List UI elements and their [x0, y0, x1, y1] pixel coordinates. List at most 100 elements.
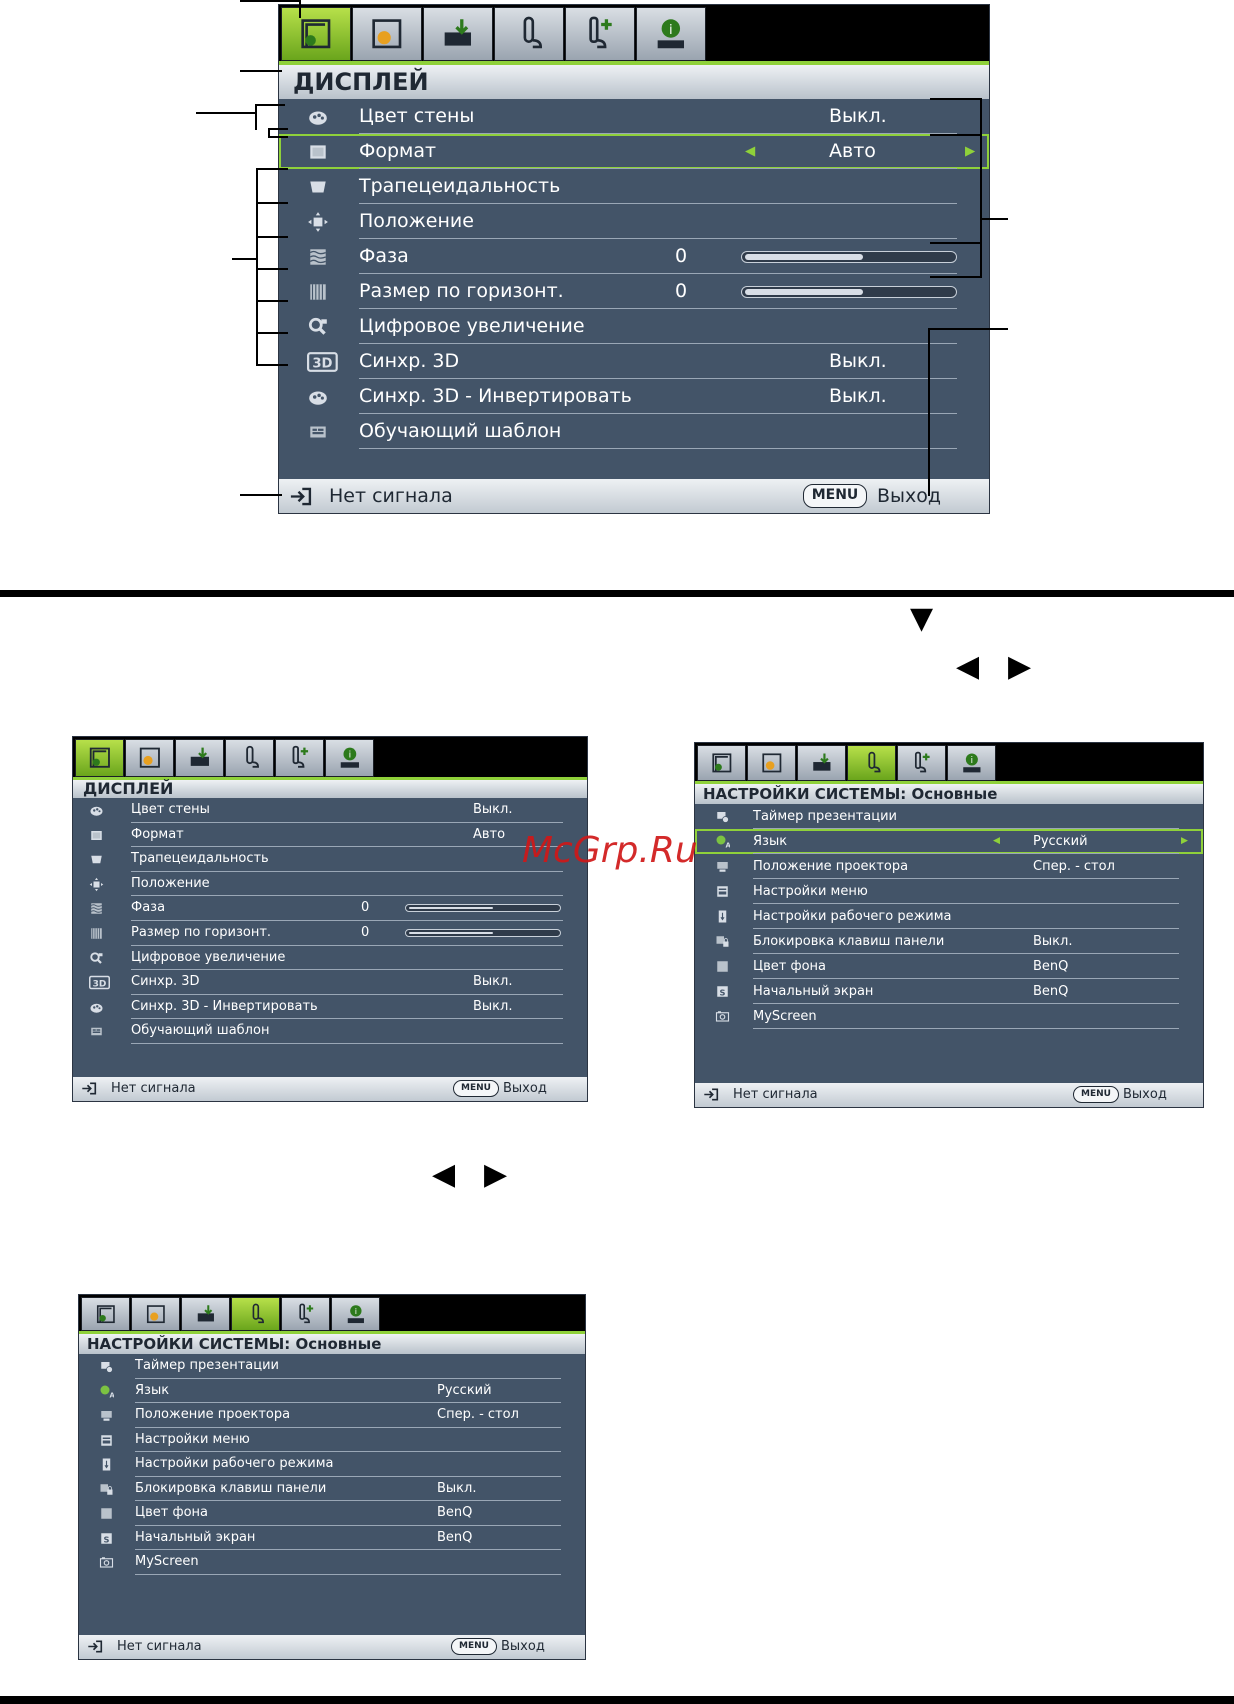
- system-basic-tab-icon: [868, 751, 881, 773]
- information-tab-icon: i: [962, 753, 981, 773]
- value-left-arrow-icon[interactable]: ◀: [993, 829, 1000, 854]
- source-input-icon: [81, 1077, 97, 1101]
- menu-item-language[interactable]: A Язык Русский: [79, 1379, 585, 1403]
- exit-label[interactable]: Выход: [501, 1635, 545, 1659]
- value-right-arrow-icon[interactable]: ▶: [965, 134, 975, 169]
- menu-item-projector[interactable]: Положение проектора Спер. - стол: [79, 1403, 585, 1428]
- zoom-icon: [307, 316, 329, 338]
- menu-item-keystone[interactable]: Трапецеидальность: [73, 847, 587, 872]
- menu-footer: Нет сигнала MENU Выход: [73, 1077, 587, 1101]
- tab-system-advanced[interactable]: [281, 1297, 330, 1331]
- tab-picture[interactable]: [131, 1297, 180, 1331]
- tab-information[interactable]: i: [636, 7, 706, 61]
- menu-item-pattern[interactable]: Обучающий шаблон: [279, 414, 989, 449]
- menu-item-splash[interactable]: S Начальный экран BenQ: [695, 979, 1203, 1004]
- menu-item-palette[interactable]: Синхр. 3D - Инвертировать Выкл.: [73, 995, 587, 1020]
- menu-item-pattern[interactable]: Обучающий шаблон: [73, 1019, 587, 1044]
- myscreen-icon: [715, 1009, 730, 1024]
- phase-icon: [89, 901, 104, 916]
- menu-item-keylock[interactable]: Блокировка клавиш панели Выкл.: [79, 1477, 585, 1501]
- source-input-icon: [87, 1635, 103, 1659]
- menu-item-hsize[interactable]: Размер по горизонт. 0: [279, 274, 989, 309]
- value-right-arrow-icon[interactable]: ▶: [1181, 829, 1188, 854]
- tab-system-basic[interactable]: [847, 745, 896, 781]
- hsize-icon: [89, 926, 104, 941]
- operation-icon: [99, 1457, 114, 1472]
- tab-system-basic[interactable]: [231, 1297, 280, 1331]
- tab-information[interactable]: i: [325, 739, 374, 777]
- slider-fill: [409, 932, 493, 934]
- svg-text:A: A: [726, 842, 731, 850]
- menu-item-keylock[interactable]: Блокировка клавиш панели Выкл.: [695, 929, 1203, 954]
- menu-item-keystone[interactable]: Трапецеидальность: [279, 169, 989, 204]
- information-tab-icon: i: [347, 1305, 364, 1323]
- menu-item-position[interactable]: Положение: [73, 872, 587, 897]
- menu-item-label: Язык: [135, 1382, 170, 1398]
- tab-bar: i: [73, 737, 587, 777]
- menu-item-phase[interactable]: Фаза 0: [279, 239, 989, 274]
- tab-system-advanced[interactable]: [275, 739, 324, 777]
- tab-source[interactable]: [423, 7, 493, 61]
- menu-item-operation[interactable]: Настройки рабочего режима: [695, 904, 1203, 929]
- tab-picture-display[interactable]: [81, 1297, 130, 1331]
- menu-item-aspect[interactable]: Формат Авто: [73, 823, 587, 848]
- tab-system-advanced[interactable]: [565, 7, 635, 61]
- menu-item-myscreen[interactable]: MyScreen: [695, 1004, 1203, 1029]
- menu-item-zoom[interactable]: Цифровое увеличение: [73, 946, 587, 971]
- tab-picture[interactable]: [747, 745, 796, 781]
- tab-source[interactable]: [181, 1297, 230, 1331]
- tab-system-basic[interactable]: [225, 739, 274, 777]
- value-left-arrow-icon[interactable]: ◀: [745, 134, 755, 169]
- arrow-left-icon-2: ◀: [432, 1157, 456, 1192]
- menu-item-slider[interactable]: [741, 286, 957, 298]
- menu-item-3d[interactable]: 3D Синхр. 3D Выкл.: [73, 970, 587, 995]
- menu-item-menu-settings[interactable]: Настройки меню: [695, 879, 1203, 904]
- menu-item-slider[interactable]: [405, 929, 561, 937]
- menu-item-language[interactable]: A Язык Русский ◀ ▶: [695, 829, 1203, 854]
- bottom-divider: [0, 1696, 1234, 1704]
- tab-picture-display[interactable]: [75, 739, 124, 777]
- menu-item-zoom[interactable]: Цифровое увеличение: [279, 309, 989, 344]
- menu-item-background[interactable]: Цвет фона BenQ: [695, 954, 1203, 979]
- menu-item-projector[interactable]: Положение проектора Спер. - стол: [695, 854, 1203, 879]
- menu-item-3d[interactable]: 3D Синхр. 3D Выкл.: [279, 344, 989, 379]
- menu-item-palette[interactable]: Цвет стены Выкл.: [73, 798, 587, 823]
- tab-picture-display[interactable]: [281, 7, 351, 61]
- menu-item-slider[interactable]: [741, 251, 957, 263]
- tab-picture[interactable]: [352, 7, 422, 61]
- menu-item-label: Размер по горизонт.: [359, 280, 564, 302]
- menu-item-timer[interactable]: Таймер презентации: [79, 1354, 585, 1379]
- menu-item-hsize[interactable]: Размер по горизонт. 0: [73, 921, 587, 946]
- menu-item-background[interactable]: Цвет фона BenQ: [79, 1501, 585, 1526]
- svg-text:A: A: [110, 1391, 115, 1399]
- menu-item-slider[interactable]: [405, 904, 561, 913]
- tab-picture[interactable]: [125, 739, 174, 777]
- svg-text:S: S: [104, 1534, 110, 1544]
- menu-item-operation[interactable]: Настройки рабочего режима: [79, 1452, 585, 1477]
- menu-item-myscreen[interactable]: MyScreen: [79, 1550, 585, 1575]
- tab-picture-display[interactable]: [697, 745, 746, 781]
- tab-source[interactable]: [797, 745, 846, 781]
- row-separator: [359, 448, 957, 449]
- exit-label[interactable]: Выход: [1123, 1083, 1167, 1107]
- tab-bar: i: [695, 743, 1203, 781]
- tab-system-basic[interactable]: [494, 7, 564, 61]
- menu-item-aspect[interactable]: Формат Авто ◀ ▶: [279, 134, 989, 169]
- menu-item-timer[interactable]: Таймер презентации: [695, 804, 1203, 829]
- menu-item-menu-settings[interactable]: Настройки меню: [79, 1428, 585, 1452]
- tab-source[interactable]: [175, 739, 224, 777]
- tab-information[interactable]: i: [331, 1297, 380, 1331]
- exit-label[interactable]: Выход: [503, 1077, 547, 1101]
- menu-item-value: Выкл.: [1033, 934, 1073, 949]
- row-separator: [135, 1573, 561, 1575]
- menu-item-phase[interactable]: Фаза 0: [73, 896, 587, 921]
- menu-item-position[interactable]: Положение: [279, 204, 989, 239]
- menu-item-splash[interactable]: S Начальный экран BenQ: [79, 1526, 585, 1550]
- menu-item-palette[interactable]: Синхр. 3D - Инвертировать Выкл.: [279, 379, 989, 414]
- menu-key-badge: MENU: [451, 1638, 497, 1655]
- tab-information[interactable]: i: [947, 745, 996, 781]
- keylock-icon: [715, 934, 730, 949]
- exit-label[interactable]: Выход: [877, 479, 941, 513]
- tab-system-advanced[interactable]: [897, 745, 946, 781]
- menu-item-palette[interactable]: Цвет стены Выкл.: [279, 99, 989, 134]
